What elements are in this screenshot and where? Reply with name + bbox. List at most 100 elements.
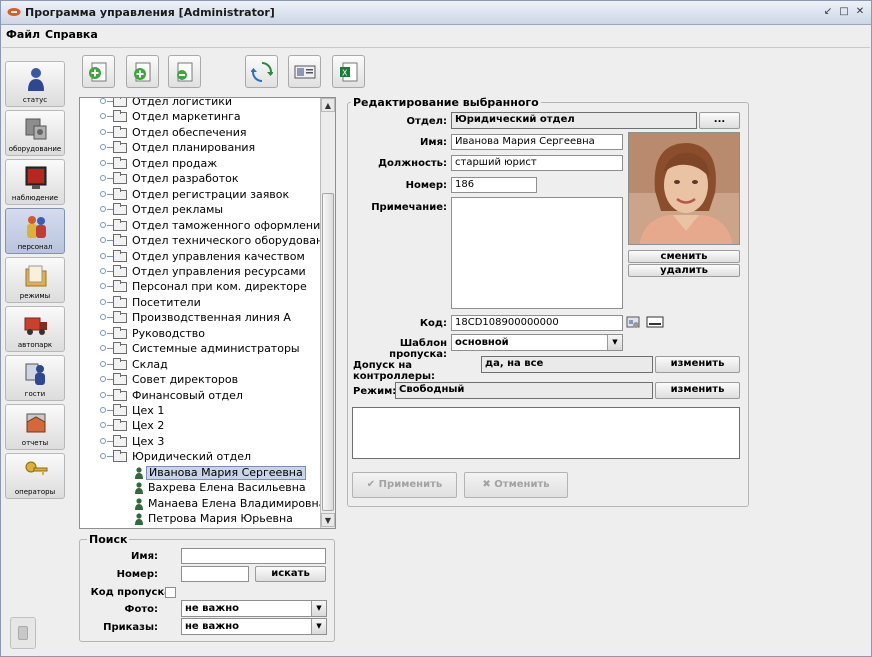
tree-employee-row[interactable]: Вахрева Елена Васильевна <box>80 480 320 495</box>
tree-department-row[interactable]: Отдел планирования <box>80 140 320 155</box>
tree-department-row[interactable]: Производственная линия А <box>80 310 320 325</box>
card-button[interactable] <box>288 55 321 88</box>
tree-expander-icon[interactable] <box>100 144 106 151</box>
tree-department-row[interactable]: Финансовый отдел <box>80 388 320 403</box>
add-department-button[interactable] <box>82 55 115 88</box>
tree-expander-icon[interactable] <box>100 128 106 135</box>
search-button[interactable]: искать <box>255 566 326 582</box>
tree-expander-icon[interactable] <box>100 159 106 166</box>
search-orders-select[interactable]: не важно ▼ <box>181 618 327 635</box>
tree-expander-icon[interactable] <box>100 376 106 383</box>
tree-expander-icon[interactable] <box>100 453 106 460</box>
sidebar-item-monitoring[interactable]: наблюдение <box>5 159 65 205</box>
sidebar-item-reports[interactable]: отчеты <box>5 404 65 450</box>
read-card-icon[interactable] <box>626 315 640 329</box>
tree-employee-row[interactable]: Иванова Мария Сергеевна <box>80 465 320 480</box>
tree-expander-icon[interactable] <box>100 113 106 120</box>
scroll-down-icon[interactable]: ▼ <box>321 513 335 527</box>
card-reader-icon[interactable] <box>646 315 664 329</box>
apply-button[interactable]: ✔ Применить <box>352 472 457 498</box>
position-field[interactable]: старший юрист <box>451 155 623 171</box>
sidebar-item-personnel[interactable]: персонал <box>5 208 65 254</box>
sidebar-item-operators[interactable]: операторы <box>5 453 65 499</box>
tree-expander-icon[interactable] <box>100 175 106 182</box>
note-textarea[interactable] <box>451 197 623 309</box>
tree-department-row[interactable]: Отдел регистрации заявок <box>80 187 320 202</box>
tree-expander-icon[interactable] <box>100 407 106 413</box>
add-employee-button[interactable] <box>126 55 159 88</box>
tree-expander-icon[interactable] <box>100 206 106 213</box>
tree-department-row[interactable]: Совет директоров <box>80 372 320 387</box>
tree-department-row[interactable]: Отдел разработок <box>80 171 320 186</box>
delete-button[interactable] <box>168 55 201 88</box>
search-name-input[interactable] <box>181 548 326 564</box>
menu-help[interactable]: Справка <box>45 28 98 41</box>
tree-department-row[interactable]: Системные администраторы <box>80 341 320 356</box>
tree-expander-icon[interactable] <box>100 190 106 197</box>
tree-expander-icon[interactable] <box>100 314 106 321</box>
chevron-down-icon[interactable]: ▼ <box>311 619 326 634</box>
photo-delete-button[interactable]: удалить <box>628 264 740 277</box>
export-excel-button[interactable]: X <box>332 55 365 88</box>
chevron-down-icon[interactable]: ▼ <box>607 335 622 350</box>
scroll-up-icon[interactable]: ▲ <box>321 98 335 112</box>
tree-department-row[interactable]: Посетители <box>80 295 320 310</box>
number-field[interactable]: 186 <box>451 177 537 193</box>
access-change-button[interactable]: изменить <box>655 356 740 373</box>
tree-department-row[interactable]: Склад <box>80 357 320 372</box>
close-icon[interactable]: ✕ <box>853 6 867 19</box>
cancel-button[interactable]: ✖ Отменить <box>464 472 568 498</box>
tree-department-row[interactable]: Отдел продаж <box>80 156 320 171</box>
chevron-down-icon[interactable]: ▼ <box>311 601 326 616</box>
tree-department-row[interactable]: Руководство <box>80 326 320 341</box>
tree-employee-row[interactable]: Петрова Мария Юрьевна <box>80 511 320 526</box>
tree-department-row[interactable]: Цех 3 <box>80 434 320 449</box>
menu-file[interactable]: Файл <box>6 28 40 41</box>
scroll-thumb[interactable] <box>322 193 334 511</box>
sidebar-item-guests[interactable]: гости <box>5 355 65 401</box>
tree-department-row[interactable]: Отдел рекламы <box>80 202 320 217</box>
tree-expander-icon[interactable] <box>100 437 106 444</box>
tree-scrollbar[interactable]: ▲ ▼ <box>320 98 335 528</box>
name-field[interactable]: Иванова Мария Сергеевна <box>451 134 623 150</box>
tree-expander-icon[interactable] <box>100 98 106 104</box>
tree-department-row[interactable]: Цех 2 <box>80 418 320 433</box>
tree-expander-icon[interactable] <box>100 329 106 336</box>
mode-change-button[interactable]: изменить <box>655 382 740 399</box>
maximize-icon[interactable]: □ <box>837 6 851 19</box>
dept-browse-button[interactable]: ... <box>699 112 740 129</box>
tree-department-row[interactable]: Отдел таможенного оформления <box>80 218 320 233</box>
sidebar-item-equipment[interactable]: оборудование <box>5 110 65 156</box>
tree-expander-icon[interactable] <box>100 360 106 367</box>
search-photo-select[interactable]: не важно ▼ <box>181 600 327 617</box>
search-number-input[interactable] <box>181 566 249 582</box>
refresh-button[interactable] <box>245 55 278 88</box>
tree-expander-icon[interactable] <box>100 298 106 305</box>
tree-department-row[interactable]: Отдел управления качеством <box>80 249 320 264</box>
tree-department-row[interactable]: Юридический отдел <box>80 449 320 464</box>
tree-department-row[interactable]: Отдел маркетинга <box>80 109 320 124</box>
tree-department-row[interactable]: Отдел логистики <box>80 98 320 109</box>
tree-department-row[interactable]: Отдел технического оборудования <box>80 233 320 248</box>
tree-department-row[interactable]: Отдел управления ресурсами <box>80 264 320 279</box>
code-field[interactable]: 18CD108900000000 <box>451 315 623 331</box>
photo-change-button[interactable]: сменить <box>628 250 740 263</box>
tree-department-row[interactable]: Цех 1 <box>80 403 320 418</box>
sidebar-item-fleet[interactable]: автопарк <box>5 306 65 352</box>
tree-expander-icon[interactable] <box>100 252 106 259</box>
tree-expander-icon[interactable] <box>100 422 106 429</box>
tree-expander-icon[interactable] <box>100 237 106 244</box>
tree-employee-row[interactable]: Манаева Елена Владимировна <box>80 496 320 511</box>
tree-expander-icon[interactable] <box>100 221 106 228</box>
search-code-checkbox[interactable] <box>165 587 176 598</box>
template-select[interactable]: основной ▼ <box>451 334 623 351</box>
minimize-icon[interactable]: ↙ <box>821 6 835 19</box>
sidebar-item-modes[interactable]: режимы <box>5 257 65 303</box>
tree-department-row[interactable]: Персонал при ком. директоре <box>80 279 320 294</box>
tree-expander-icon[interactable] <box>100 267 106 274</box>
sidebar-item-status[interactable]: статус <box>5 61 65 107</box>
tree-expander-icon[interactable] <box>100 283 106 290</box>
tree-expander-icon[interactable] <box>100 391 106 398</box>
tree-expander-icon[interactable] <box>100 345 106 352</box>
tree-department-row[interactable]: Отдел обеспечения <box>80 125 320 140</box>
